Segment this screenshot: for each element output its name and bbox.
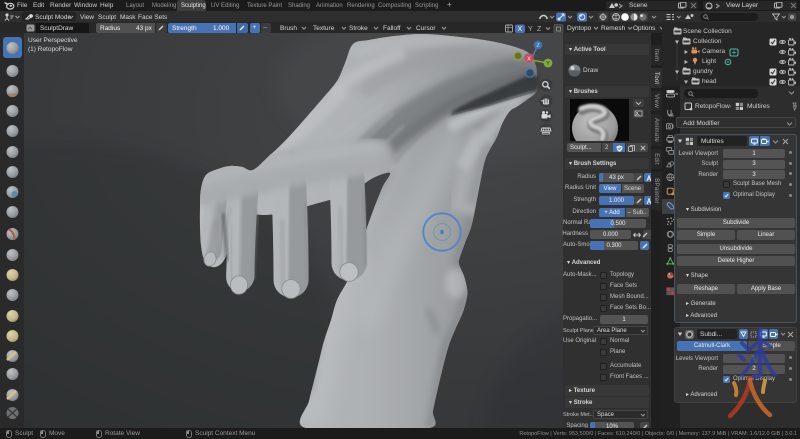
svg-text:X: X — [527, 56, 531, 62]
svg-text:Z: Z — [537, 26, 542, 33]
svg-text:Y: Y — [528, 26, 533, 33]
svg-text:Y: Y — [546, 61, 550, 67]
svg-text:X: X — [518, 26, 523, 33]
